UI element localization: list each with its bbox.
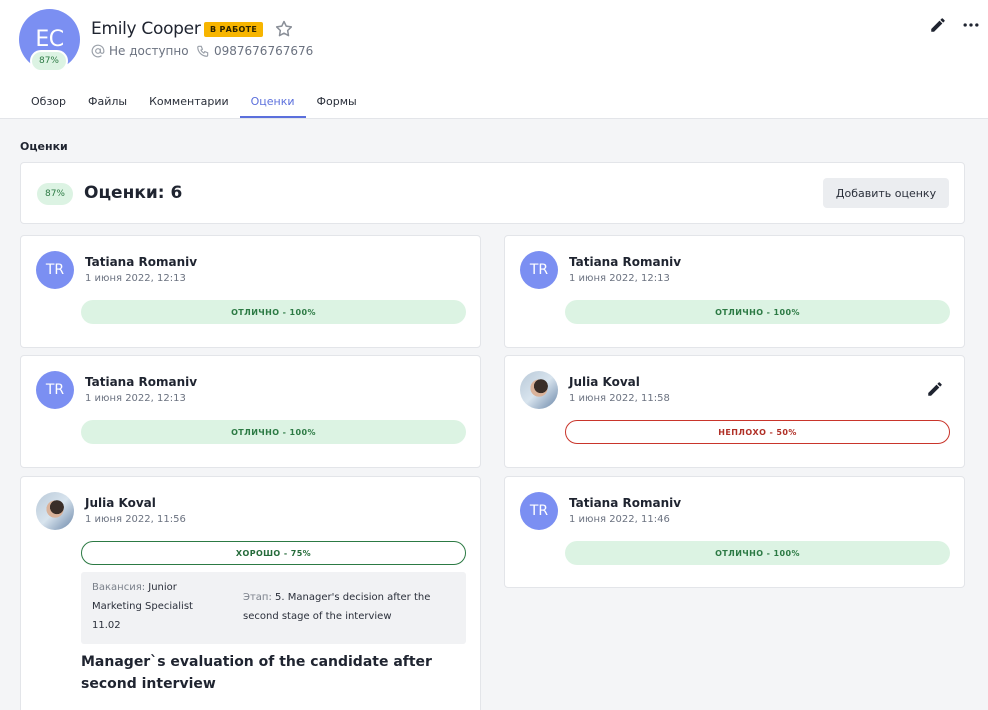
grade-badge: ОТЛИЧНО - 100% <box>81 300 466 324</box>
summary-score-badge: 87% <box>37 183 73 205</box>
evaluation-author[interactable]: Tatiana Romaniv <box>85 255 197 269</box>
evaluation-author[interactable]: Julia Koval <box>569 375 640 389</box>
stage-label: Этап: <box>243 592 272 603</box>
avatar: TR <box>36 251 74 289</box>
evaluation-card: TR Tatiana Romaniv 1 июня 2022, 12:13 ОТ… <box>504 235 965 348</box>
evaluation-card: TR Tatiana Romaniv 1 июня 2022, 12:13 ОТ… <box>20 355 481 468</box>
at-icon <box>91 44 105 58</box>
grade-badge: ОТЛИЧНО - 100% <box>565 541 950 565</box>
pencil-icon[interactable] <box>926 380 946 400</box>
evaluation-card: Julia Koval 1 июня 2022, 11:56 ХОРОШО - … <box>20 476 481 710</box>
avatar: TR <box>520 492 558 530</box>
evaluation-date: 1 июня 2022, 11:58 <box>569 393 670 404</box>
grade-badge: ОТЛИЧНО - 100% <box>81 420 466 444</box>
section-title: Оценки <box>20 140 68 153</box>
tab-bar: Обзор Файлы Комментарии Оценки Формы <box>20 88 368 118</box>
pencil-icon[interactable] <box>927 14 949 36</box>
email-value: Не доступно <box>109 44 189 58</box>
evaluation-author[interactable]: Julia Koval <box>85 496 156 510</box>
evaluation-author[interactable]: Tatiana Romaniv <box>569 255 681 269</box>
phone-value: 0987676767676 <box>214 44 314 58</box>
add-evaluation-button[interactable]: Добавить оценку <box>823 178 949 208</box>
avatar: TR <box>520 251 558 289</box>
stage-value: 5. Manager's decision after the second s… <box>243 592 431 622</box>
more-horizontal-icon[interactable] <box>960 14 982 36</box>
phone-icon <box>197 45 209 57</box>
star-icon[interactable] <box>274 19 294 39</box>
grade-badge: ХОРОШО - 75% <box>81 541 466 565</box>
grade-badge: НЕПЛОХО - 50% <box>565 420 950 444</box>
evaluations-summary: 87% Оценки: 6 Добавить оценку <box>20 162 965 224</box>
avatar: TR <box>36 371 74 409</box>
candidate-score-badge: 87% <box>30 50 68 72</box>
evaluation-date: 1 июня 2022, 11:46 <box>569 514 670 525</box>
grade-badge: ОТЛИЧНО - 100% <box>565 300 950 324</box>
phone-field[interactable]: 0987676767676 <box>196 44 313 58</box>
stage-info: Этап: 5. Manager's decision after the se… <box>243 588 453 626</box>
email-field: Не доступно <box>91 44 189 58</box>
tab-files[interactable]: Файлы <box>77 88 138 118</box>
status-badge[interactable]: В РАБОТЕ <box>204 22 264 37</box>
evaluation-card: TR Tatiana Romaniv 1 июня 2022, 12:13 ОТ… <box>20 235 481 348</box>
vacancy-label: Вакансия: <box>92 582 146 593</box>
tab-overview[interactable]: Обзор <box>20 88 77 118</box>
evaluation-card: TR Tatiana Romaniv 1 июня 2022, 11:46 ОТ… <box>504 476 965 588</box>
candidate-header: EC 87% Emily Cooper В РАБОТЕ Не доступно… <box>0 0 988 119</box>
tab-evaluations[interactable]: Оценки <box>239 88 306 118</box>
avatar <box>36 492 74 530</box>
tab-forms[interactable]: Формы <box>306 88 368 118</box>
evaluation-author[interactable]: Tatiana Romaniv <box>85 375 197 389</box>
evaluation-card: Julia Koval 1 июня 2022, 11:58 НЕПЛОХО -… <box>504 355 965 468</box>
candidate-name: Emily Cooper <box>91 19 201 39</box>
evaluation-date: 1 июня 2022, 12:13 <box>85 393 186 404</box>
evaluation-date: 1 июня 2022, 11:56 <box>85 514 186 525</box>
evaluation-author[interactable]: Tatiana Romaniv <box>569 496 681 510</box>
evaluation-date: 1 июня 2022, 12:13 <box>569 273 670 284</box>
avatar <box>520 371 558 409</box>
tab-comments[interactable]: Комментарии <box>138 88 240 118</box>
evaluation-details: Вакансия: Junior Marketing Specialist 11… <box>81 572 466 644</box>
review-title: Manager`s evaluation of the candidate af… <box>81 654 432 692</box>
evaluations-count: Оценки: 6 <box>84 183 183 203</box>
evaluation-date: 1 июня 2022, 12:13 <box>85 273 186 284</box>
vacancy-info: Вакансия: Junior Marketing Specialist 11… <box>92 578 222 635</box>
